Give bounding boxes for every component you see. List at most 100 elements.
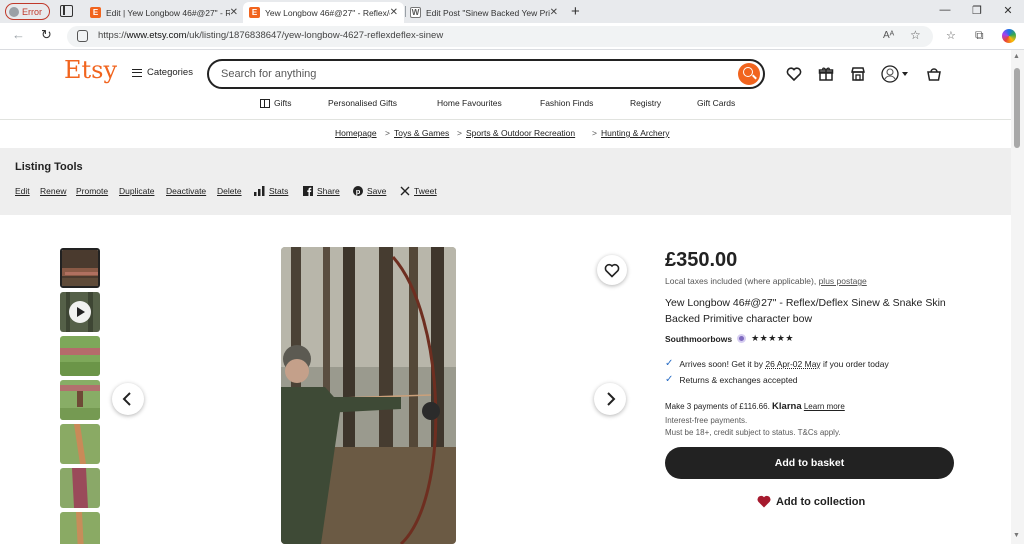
breadcrumb-homepage[interactable]: Homepage <box>335 128 377 138</box>
wordpress-favicon-icon: W <box>410 7 421 18</box>
gallery-thumbnail[interactable] <box>60 248 100 288</box>
nav-home-favourites[interactable]: Home Favourites <box>437 98 502 108</box>
tab-actions-icon[interactable] <box>60 5 73 17</box>
profile-button[interactable]: Error <box>5 3 50 20</box>
nav-label: Gifts <box>274 98 292 108</box>
shop-manager-icon[interactable] <box>850 66 866 82</box>
extensions-icon[interactable]: ⧉ <box>975 28 984 43</box>
arrival-estimate: ✓ Arrives soon! Get it by 26 Apr-02 May … <box>665 358 889 369</box>
breadcrumb-separator: > <box>385 128 390 138</box>
gallery-thumbnail[interactable] <box>60 336 100 376</box>
header-divider <box>0 119 1011 120</box>
play-icon <box>69 301 91 323</box>
tool-stats-link[interactable]: Stats <box>254 186 288 196</box>
page-scrollbar[interactable]: ▲ ▼ <box>1011 50 1024 544</box>
categories-button[interactable]: Categories <box>132 67 193 78</box>
gallery-thumbnail[interactable] <box>60 468 100 508</box>
tab-title: Edit | Yew Longbow 46#@27" - Re <box>106 7 230 18</box>
search-button[interactable] <box>738 63 760 85</box>
star-seller-badge-icon <box>737 334 747 343</box>
gallery-thumbnail[interactable] <box>60 424 100 464</box>
browser-tab-listing[interactable]: E Yew Longbow 46#@27" - Reflex/c ✕ <box>243 2 404 23</box>
search-bar <box>207 59 765 89</box>
copilot-icon[interactable] <box>1002 29 1016 43</box>
shop-info: Southmoorbows ★★★★★ <box>665 333 794 344</box>
tool-delete-link[interactable]: Delete <box>217 186 242 196</box>
read-aloud-icon[interactable]: Aᴬ <box>883 30 894 41</box>
favorites-heart-icon[interactable] <box>786 66 802 82</box>
shop-name-link[interactable]: Southmoorbows <box>665 334 732 344</box>
browser-tab-edit-listing[interactable]: E Edit | Yew Longbow 46#@27" - Re ✕ <box>84 2 244 23</box>
tab-close-icon[interactable]: ✕ <box>230 7 238 18</box>
breadcrumb: Homepage > Toys & Games > Sports & Outdo… <box>0 128 1011 142</box>
breadcrumb-hunting-archery[interactable]: Hunting & Archery <box>601 128 670 138</box>
add-to-collection-button[interactable]: Add to collection <box>757 495 865 508</box>
nav-fashion-finds[interactable]: Fashion Finds <box>540 98 593 108</box>
gallery-thumbnail[interactable] <box>60 380 100 420</box>
category-nav: Gifts Personalised Gifts Home Favourites… <box>0 92 1011 117</box>
product-title: Yew Longbow 46#@27" - Reflex/Deflex Sine… <box>665 297 946 325</box>
gift-mode-icon[interactable] <box>818 66 834 82</box>
back-arrow-icon[interactable]: ← <box>12 27 25 42</box>
favorite-star-icon[interactable]: ☆ <box>910 28 921 42</box>
minimize-button[interactable]: — <box>935 4 955 16</box>
close-window-button[interactable]: ✕ <box>998 4 1018 17</box>
tool-deactivate-link[interactable]: Deactivate <box>166 186 206 196</box>
basket-icon[interactable] <box>926 66 942 82</box>
maximize-button[interactable]: ❐ <box>967 4 987 17</box>
profile-label: Error <box>22 6 42 17</box>
site-info-icon[interactable] <box>77 30 88 42</box>
address-bar[interactable]: https://www.etsy.com/uk/listing/18768386… <box>67 26 933 47</box>
tab-close-icon[interactable]: ✕ <box>390 7 398 18</box>
tool-share-link[interactable]: Share <box>303 186 340 196</box>
nav-personalised-gifts[interactable]: Personalised Gifts <box>328 98 397 108</box>
tool-promote-link[interactable]: Promote <box>76 186 108 196</box>
gift-icon <box>260 98 270 108</box>
tool-edit-link[interactable]: Edit <box>15 186 30 196</box>
stats-bars-icon <box>254 186 265 196</box>
tab-title: Yew Longbow 46#@27" - Reflex/c <box>265 7 390 18</box>
nav-gift-cards[interactable]: Gift Cards <box>697 98 735 108</box>
breadcrumb-sports-outdoor[interactable]: Sports & Outdoor Recreation <box>466 128 575 138</box>
chevron-down-icon[interactable] <box>901 70 909 78</box>
next-image-button[interactable] <box>594 383 626 415</box>
returns-info: ✓ Returns & exchanges accepted <box>665 374 798 385</box>
scroll-up-arrow-icon[interactable]: ▲ <box>1013 53 1020 60</box>
postage-link[interactable]: plus postage <box>819 276 867 286</box>
tab-title: Edit Post "Sinew Backed Yew Prim <box>426 7 550 18</box>
checkmark-icon: ✓ <box>665 358 674 369</box>
gallery-video-thumbnail[interactable] <box>60 292 100 332</box>
reload-icon[interactable]: ↻ <box>41 27 52 43</box>
klarna-learn-more-link[interactable]: Learn more <box>804 402 845 411</box>
listing-tools-panel: Listing Tools Edit Renew Promote Duplica… <box>0 148 1011 215</box>
x-twitter-icon <box>400 186 410 196</box>
scroll-down-arrow-icon[interactable]: ▼ <box>1013 532 1020 539</box>
favorites-icon[interactable]: ☆ <box>946 29 956 42</box>
gallery-thumbnail[interactable] <box>60 512 100 544</box>
search-input[interactable] <box>221 66 721 82</box>
arrival-dates[interactable]: 26 Apr-02 May <box>765 359 820 369</box>
account-avatar-icon[interactable] <box>881 65 899 83</box>
browser-tab-edit-post[interactable]: W Edit Post "Sinew Backed Yew Prim ✕ <box>404 2 564 23</box>
breadcrumb-toys-games[interactable]: Toys & Games <box>394 128 449 138</box>
scrollbar-thumb[interactable] <box>1014 68 1020 148</box>
tool-tweet-link[interactable]: Tweet <box>400 186 437 196</box>
tool-renew-link[interactable]: Renew <box>40 186 66 196</box>
tool-duplicate-link[interactable]: Duplicate <box>119 186 154 196</box>
klarna-terms: Must be 18+, credit subject to status. T… <box>665 428 841 437</box>
nav-gifts[interactable]: Gifts <box>260 98 291 108</box>
tab-close-icon[interactable]: ✕ <box>550 7 558 18</box>
hamburger-icon <box>132 68 142 77</box>
favorite-listing-button[interactable] <box>597 255 627 285</box>
klarna-logo: Klarna <box>772 401 802 412</box>
tool-save-link[interactable]: p Save <box>353 186 386 196</box>
add-to-basket-button[interactable]: Add to basket <box>665 447 954 479</box>
nav-registry[interactable]: Registry <box>630 98 661 108</box>
new-tab-button[interactable]: + <box>571 3 580 20</box>
listing-tools-title: Listing Tools <box>15 161 83 173</box>
etsy-logo[interactable]: Etsy <box>64 56 117 84</box>
previous-image-button[interactable] <box>112 383 144 415</box>
main-listing-image[interactable] <box>281 247 456 544</box>
url-text[interactable]: https://www.etsy.com/uk/listing/18768386… <box>98 30 443 41</box>
rating-stars[interactable]: ★★★★★ <box>751 333 794 344</box>
